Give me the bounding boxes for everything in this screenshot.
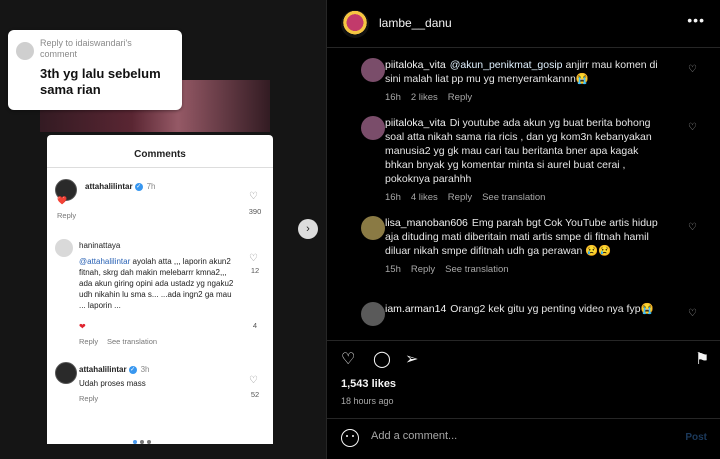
comment-text: iam.arman14 Orang2 kek gitu yg penting vi… xyxy=(385,302,665,316)
comment-header: attahalilintar ✓ 7h xyxy=(85,181,155,192)
divider xyxy=(47,167,273,168)
heart-icon[interactable]: ♡ xyxy=(688,222,697,233)
mention-link[interactable]: @akun_penikmat_gosip xyxy=(450,59,563,71)
profile-username[interactable]: lambe__danu xyxy=(379,16,452,30)
comment-text: piitaloka_vita Di youtube ada akun yg bua… xyxy=(385,116,665,186)
comment-meta: 15h Reply See translation xyxy=(385,264,705,275)
heart-icon[interactable]: ♡ xyxy=(688,64,697,75)
comment-time: 16h xyxy=(385,92,401,103)
heart-icon: ♡ xyxy=(249,191,258,202)
reply-sticker-text: 3th yg lalu sebelum sama rian xyxy=(40,66,161,97)
post-header: lambe__danu ••• xyxy=(327,0,720,48)
comment-username: haninattaya xyxy=(79,240,120,251)
comment-icon[interactable]: ◯ xyxy=(373,349,391,369)
avatar[interactable] xyxy=(361,302,385,326)
comment-meta: 16h 4 likes Reply See translation xyxy=(385,192,705,203)
avatar xyxy=(55,239,73,257)
chevron-right-icon[interactable]: › xyxy=(298,219,318,239)
like-count: 12 xyxy=(250,266,260,275)
comment-text: @attahalilintar ayolah atta ,,, laporin … xyxy=(79,256,239,322)
share-icon[interactable]: ➢ xyxy=(405,349,418,369)
reply-button[interactable]: Reply xyxy=(448,192,472,203)
see-translation-button[interactable]: See translation xyxy=(445,264,508,275)
list-item: iam.arman14 Orang2 kek gitu yg penting vi… xyxy=(361,302,705,326)
avatar[interactable] xyxy=(361,58,385,82)
list-item: piitaloka_vita Di youtube ada akun yg bua… xyxy=(361,116,705,203)
heart-icon: ♡ xyxy=(249,375,258,386)
comment-mention: @attahalilintar xyxy=(79,257,131,266)
more-options-icon[interactable]: ••• xyxy=(687,12,705,28)
comment-username[interactable]: iam.arman14 xyxy=(385,303,446,315)
reply-link: Reply xyxy=(79,394,99,403)
comment-time: 3h xyxy=(140,365,150,374)
reply-button[interactable]: Reply xyxy=(411,264,435,275)
list-item: lisa_manoban606 Emg parah bgt Cok YouTube… xyxy=(361,216,705,275)
add-comment-bar: Post xyxy=(327,418,720,459)
bookmark-icon[interactable]: ⚑ xyxy=(695,349,709,369)
comment-input[interactable] xyxy=(371,430,661,442)
comment-time: 7h xyxy=(146,182,156,191)
see-translation-link: See translation xyxy=(107,337,158,346)
avatar xyxy=(55,362,77,384)
comment-text: lisa_manoban606 Emg parah bgt Cok YouTube… xyxy=(385,216,665,258)
comment-body: Orang2 kek gitu yg penting video nya fyp… xyxy=(450,303,654,315)
comment-username[interactable]: piitaloka_vita xyxy=(385,117,446,129)
heart-icon[interactable]: ♡ xyxy=(341,349,355,369)
carousel-dot xyxy=(133,440,137,444)
comment-text: Udah proses mass xyxy=(79,379,146,388)
carousel-indicator xyxy=(133,440,154,444)
reply-link: Reply xyxy=(57,211,77,220)
comment-meta: 16h 2 likes Reply xyxy=(385,92,705,103)
comment-username: attahalilintar xyxy=(85,182,133,191)
see-translation-button[interactable]: See translation xyxy=(482,192,545,203)
like-count: 52 xyxy=(250,390,260,399)
comment-time: 16h xyxy=(385,192,401,203)
username-text: haninattaya xyxy=(79,241,121,250)
verified-icon: ✓ xyxy=(128,365,137,374)
reply-link: Reply xyxy=(79,337,99,346)
comment-header: attahalilintar ✓ 3h xyxy=(79,364,149,375)
profile-avatar[interactable] xyxy=(341,10,369,38)
comment-time: 15h xyxy=(385,264,401,275)
reply-avatar xyxy=(16,42,34,60)
heart-icon[interactable]: ♡ xyxy=(688,308,697,319)
like-count: 4 xyxy=(252,321,258,330)
comment-text: piitaloka_vita @akun_penikmat_gosip anjir… xyxy=(385,58,665,86)
carousel-dot xyxy=(147,440,151,444)
comment-likes[interactable]: 4 likes xyxy=(411,192,438,203)
screenshot-comments-sheet: Comments attahalilintar ✓ 7h ❤️ Reply ♡ 39… xyxy=(47,135,273,444)
list-item: piitaloka_vita @akun_penikmat_gosip anjir… xyxy=(361,58,705,103)
like-count: 390 xyxy=(248,207,262,216)
heart-icon[interactable]: ♡ xyxy=(688,122,697,133)
likes-count[interactable]: 1,543 likes xyxy=(341,378,396,390)
comment-username: attahalilintar xyxy=(79,365,127,374)
reply-sticker: Reply to idaiswandari's comment 3th yg l… xyxy=(8,30,182,110)
heart-icon: ♡ xyxy=(249,253,258,264)
action-bar: ♡ ◯ ➢ ⚑ xyxy=(327,340,720,370)
verified-icon: ✓ xyxy=(134,182,143,191)
comments-sheet-title: Comments xyxy=(134,149,186,160)
reply-sticker-header: Reply to idaiswandari's comment xyxy=(40,38,132,59)
avatar[interactable] xyxy=(361,216,385,240)
comment-text: ❤️ xyxy=(57,196,67,205)
comment-username[interactable]: lisa_manoban606 xyxy=(385,217,468,229)
comment-likes[interactable]: 2 likes xyxy=(411,92,438,103)
avatar[interactable] xyxy=(361,116,385,140)
comment-username[interactable]: piitaloka_vita xyxy=(385,59,446,71)
reply-button[interactable]: Reply xyxy=(448,92,472,103)
post-button[interactable]: Post xyxy=(685,432,707,443)
carousel-dot xyxy=(140,440,144,444)
post-sidebar: lambe__danu ••• piitaloka_vita @akun_peni… xyxy=(326,0,720,459)
post-media: Reply to idaiswandari's comment 3th yg l… xyxy=(0,0,326,459)
post-timestamp: 18 hours ago xyxy=(341,396,394,406)
red-heart-icon: ❤ xyxy=(79,322,86,331)
emoji-icon[interactable] xyxy=(341,429,359,447)
